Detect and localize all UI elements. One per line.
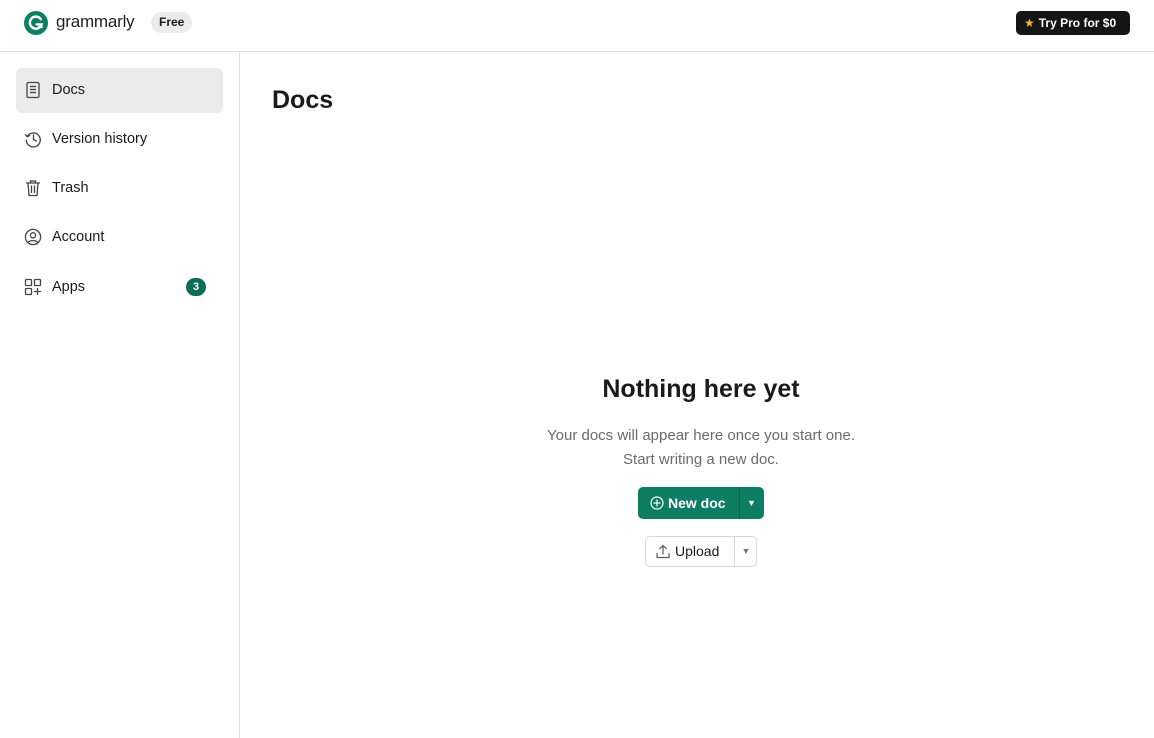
plan-badge: Free: [151, 12, 193, 33]
upload-icon: [656, 544, 670, 559]
sidebar-item-label: Account: [52, 229, 105, 245]
upload-split-button: Upload ▼: [645, 536, 757, 567]
new-doc-dropdown-button[interactable]: ▼: [739, 487, 764, 519]
page-title: Docs: [272, 86, 334, 114]
caret-down-icon: ▼: [741, 546, 751, 556]
upload-dropdown-button[interactable]: ▼: [735, 537, 757, 566]
sidebar-item-label: Trash: [52, 180, 89, 196]
sidebar-item-apps[interactable]: Apps 3: [16, 265, 223, 310]
apps-count-badge: 3: [186, 278, 206, 296]
account-icon: [24, 228, 42, 246]
grammarly-logo-icon[interactable]: [24, 11, 48, 35]
sidebar-item-label: Docs: [52, 82, 86, 98]
sidebar-item-version-history[interactable]: Version history: [16, 117, 223, 162]
plus-circle-icon: [650, 496, 664, 510]
try-pro-button[interactable]: ★ Try Pro for $0: [1016, 11, 1130, 35]
history-icon: [24, 132, 41, 148]
try-pro-label: Try Pro for $0: [1038, 16, 1117, 30]
logo-text: grammarly: [56, 12, 135, 31]
empty-state-description: Your docs will appear here once you star…: [547, 427, 855, 444]
trash-icon: [25, 180, 41, 197]
caret-down-icon: ▼: [747, 498, 756, 508]
star-icon: ★: [1024, 16, 1035, 30]
upload-button[interactable]: Upload: [646, 537, 734, 566]
sidebar-item-label: Apps: [52, 279, 86, 295]
sidebar-item-trash[interactable]: Trash: [16, 166, 223, 211]
top-bar: grammarly Free ★ Try Pro for $0: [0, 0, 1154, 52]
sidebar-item-account[interactable]: Account: [16, 215, 223, 260]
document-icon: [26, 81, 40, 99]
new-doc-label: New doc: [668, 495, 726, 511]
empty-state-hint: Start writing a new doc.: [623, 451, 779, 468]
new-doc-button[interactable]: New doc: [638, 487, 739, 519]
main-content: Docs Nothing here yet Your docs will app…: [240, 52, 1154, 738]
apps-icon: [24, 278, 42, 296]
upload-label: Upload: [675, 543, 720, 559]
sidebar-item-docs[interactable]: Docs: [16, 68, 223, 113]
new-doc-split-button: New doc ▼: [638, 487, 764, 519]
sidebar: Docs Version history Trash Account Apps …: [0, 52, 240, 738]
sidebar-item-label: Version history: [52, 131, 148, 147]
empty-state-title: Nothing here yet: [602, 375, 800, 403]
